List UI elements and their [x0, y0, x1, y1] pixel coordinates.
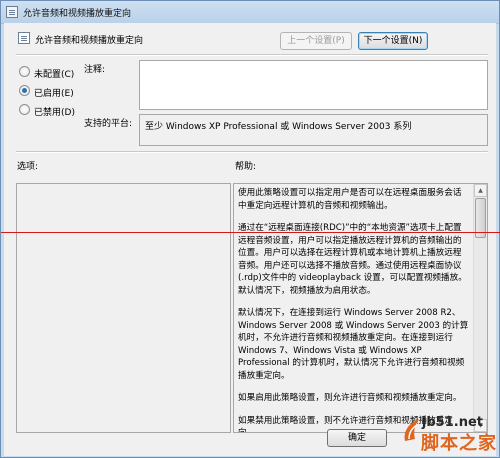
- help-text: 使用此策略设置可以指定用户是否可以在远程桌面服务会话中重定向远程计算机的音频和视…: [234, 184, 487, 432]
- title-bar[interactable]: 允许音频和视频播放重定向: [1, 1, 499, 24]
- radio-disabled[interactable]: [19, 104, 30, 115]
- radio-not-configured-label[interactable]: 未配置(C): [34, 67, 74, 80]
- help-paragraph: 使用此策略设置可以指定用户是否可以在远程桌面服务会话中重定向远程计算机的音频和视…: [238, 188, 462, 211]
- options-panel: [16, 183, 231, 433]
- ok-button[interactable]: 确定: [327, 429, 387, 447]
- help-paragraph: 通过在“远程桌面连接(RDC)”中的“本地资源”选项卡上配置远程音频设置，用户可…: [238, 223, 467, 296]
- window-title: 允许音频和视频播放重定向: [23, 9, 132, 19]
- policy-title: 允许音频和视频播放重定向: [35, 36, 144, 46]
- watermark-name: 脚本之家: [421, 433, 497, 454]
- help-label: 帮助:: [235, 162, 257, 172]
- radio-not-configured[interactable]: [19, 66, 30, 77]
- next-setting-button[interactable]: 下一个设置(N): [358, 32, 428, 50]
- policy-icon: [6, 6, 18, 18]
- help-paragraph: 默认情况下，在连接到运行 Windows Server 2008 R2、Wind…: [238, 308, 469, 381]
- help-paragraph: 如果启用此策略设置，则允许进行音频和视频播放重定向。: [238, 393, 462, 403]
- radio-enabled-label[interactable]: 已启用(E): [34, 86, 74, 99]
- prev-setting-button[interactable]: 上一个设置(P): [280, 32, 352, 50]
- annotation-line: [1, 232, 500, 233]
- options-label: 选项:: [17, 162, 39, 172]
- help-scrollbar[interactable]: ▲ ▼: [473, 184, 487, 432]
- platform-label: 支持的平台:: [84, 119, 133, 129]
- help-panel[interactable]: 使用此策略设置可以指定用户是否可以在远程桌面服务会话中重定向远程计算机的音频和视…: [233, 183, 488, 433]
- comment-field[interactable]: [139, 60, 488, 110]
- comment-label: 注释:: [84, 65, 106, 75]
- policy-window: 允许音频和视频播放重定向 允许音频和视频播放重定向 上一个设置(P) 下一个设置…: [0, 0, 500, 458]
- site-watermark: jb51.net 脚本之家: [397, 415, 497, 455]
- radio-disabled-label[interactable]: 已禁用(D): [34, 105, 75, 118]
- setting-icon: [18, 32, 30, 44]
- platform-value: 至少 Windows XP Professional 或 Windows Ser…: [145, 122, 412, 132]
- section-divider: [16, 151, 488, 153]
- watermark-site: jb51.net: [421, 415, 483, 430]
- scroll-up-arrow-icon[interactable]: ▲: [474, 184, 487, 197]
- supported-platform-field: 至少 Windows XP Professional 或 Windows Ser…: [139, 114, 488, 146]
- radio-enabled[interactable]: [19, 85, 30, 96]
- watermark-logo-icon: [404, 419, 419, 441]
- header-divider: [16, 54, 488, 56]
- dialog-body: 允许音频和视频播放重定向 上一个设置(P) 下一个设置(N) 未配置(C) 已启…: [4, 23, 496, 456]
